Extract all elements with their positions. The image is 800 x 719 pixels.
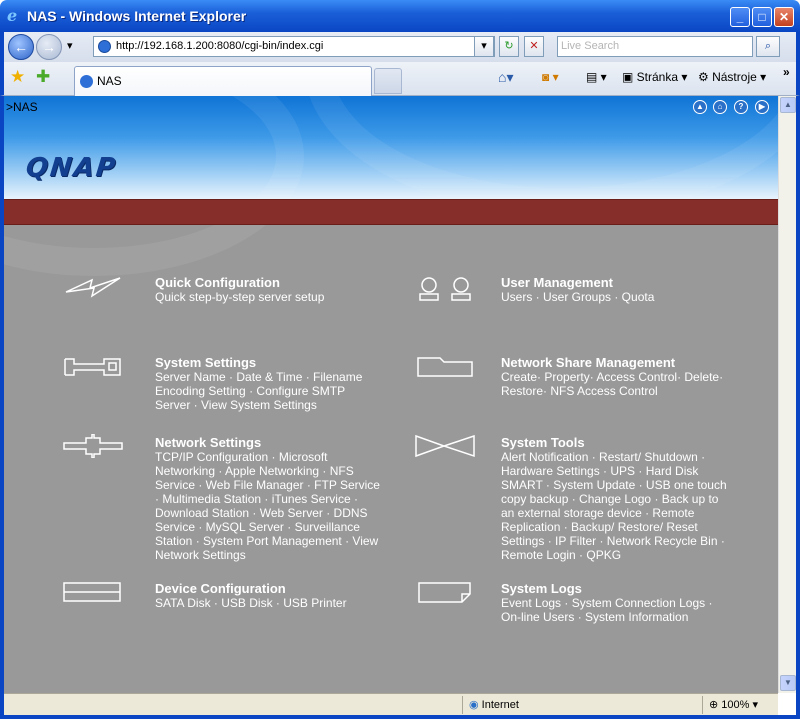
menu-system-settings[interactable]: System Settings Server Name · Date & Tim… [155,356,381,413]
log-icon[interactable] [416,580,474,604]
item-links[interactable]: TCP/IP Configuration · Microsoft Network… [155,450,385,562]
menu-user-management[interactable]: User Management Users · User Groups · Qu… [501,276,741,305]
drive-icon[interactable] [62,580,124,604]
tab-label: NAS [97,74,122,88]
item-title[interactable]: Quick Configuration [155,276,395,290]
menu-device-configuration[interactable]: Device Configuration SATA Disk · USB Dis… [155,582,395,611]
search-input[interactable]: Live Search [557,36,753,57]
red-band [4,199,778,225]
item-links[interactable]: Quick step-by-step server setup [155,290,395,304]
item-links[interactable]: Event Logs · System Connection Logs · On… [501,596,729,624]
banner-swirl [4,96,304,276]
tab-bar: ★ ✚ NAS ⌂▾ ◙ ▾ ▤ ▾ ▣ Stránka ▾ ⚙ Nástroj… [0,62,800,96]
item-title[interactable]: System Logs [501,582,729,596]
lightning-icon[interactable] [64,274,122,298]
menu-system-logs[interactable]: System Logs Event Logs · System Connecti… [501,582,729,625]
wrench-icon[interactable] [62,356,124,378]
zone-label: Internet [481,699,519,711]
zoom-control[interactable]: ⊕ 100% ▾ [702,696,778,714]
close-button[interactable]: ✕ [774,7,794,27]
item-title[interactable]: Network Share Management [501,356,735,370]
address-bar[interactable]: http://192.168.1.200:8080/cgi-bin/index.… [93,36,495,57]
item-links[interactable]: SATA Disk · USB Disk · USB Printer [155,596,395,610]
add-favorites-icon[interactable]: ✚ [36,68,50,85]
window-frame [796,96,800,719]
forward-button[interactable]: → [36,34,62,60]
banner: >NAS ▲ ⌂ ? ▶ QNAP [4,96,778,276]
item-title[interactable]: Device Configuration [155,582,395,596]
page-menu[interactable]: ▣ Stránka ▾ [622,69,687,85]
page-menu-label: Stránka [636,70,679,84]
more-tools-chevron-icon[interactable]: » [783,64,790,80]
window-frame [0,715,800,719]
home-icon[interactable]: ⌂ [713,100,727,114]
stop-button[interactable]: ✕ [524,36,544,57]
zoom-level: 100% [721,699,750,711]
window-title: NAS - Windows Internet Explorer [27,8,247,24]
network-icon[interactable] [62,434,124,458]
banner-swirl [304,96,778,216]
print-icon[interactable]: ▤ ▾ [586,69,607,85]
status-bar: ◉ Internet ⊕ 100% ▾ [4,693,778,715]
tab-nas[interactable]: NAS [74,66,372,96]
scroll-up-button[interactable]: ▲ [780,97,796,113]
item-links[interactable]: Alert Notification · Restart/ Shutdown ·… [501,450,735,562]
page-icon [98,40,111,53]
breadcrumb: >NAS [6,100,38,114]
users-icon[interactable] [416,276,476,302]
favorites-star-icon[interactable]: ★ [10,68,25,85]
ie-logo-icon: e [7,6,18,25]
menu-system-tools[interactable]: System Tools Alert Notification · Restar… [501,436,735,563]
zone-indicator[interactable]: ◉ Internet [462,696,702,714]
logout-icon[interactable]: ▶ [755,100,769,114]
menu-network-settings[interactable]: Network Settings TCP/IP Configuration · … [155,436,385,563]
qnap-logo: QNAP [24,153,119,183]
home-icon[interactable]: ⌂▾ [498,69,513,85]
menu-network-share-management[interactable]: Network Share Management Create· Propert… [501,356,735,399]
scroll-down-button[interactable]: ▼ [780,675,796,691]
item-title[interactable]: Network Settings [155,436,385,450]
item-links[interactable]: Users · User Groups · Quota [501,290,741,304]
bowtie-icon[interactable] [414,434,476,458]
search-button[interactable]: ⌕ [756,36,780,57]
item-title[interactable]: System Tools [501,436,735,450]
maximize-button[interactable]: □ [752,7,772,27]
back-button[interactable]: ← [8,34,34,60]
address-url: http://192.168.1.200:8080/cgi-bin/index.… [116,40,324,52]
new-tab-button[interactable] [374,68,402,94]
help-icon[interactable]: ? [734,100,748,114]
menu-quick-configuration[interactable]: Quick Configuration Quick step-by-step s… [155,276,395,305]
navigation-bar: ← → ▾ http://192.168.1.200:8080/cgi-bin/… [0,32,800,62]
address-dropdown-button[interactable]: ▾ [474,36,494,57]
item-links[interactable]: Create· Property· Access Control· Delete… [501,370,735,398]
page-icon [80,75,93,88]
window-frame [0,96,4,719]
tools-menu-label: Nástroje [712,70,757,84]
up-icon[interactable]: ▲ [693,100,707,114]
title-bar: e NAS - Windows Internet Explorer _ □ ✕ [0,0,800,32]
item-title[interactable]: System Settings [155,356,381,370]
item-links[interactable]: Server Name · Date & Time · Filename Enc… [155,370,381,412]
vertical-scrollbar[interactable]: ▲ ▼ [778,96,796,693]
page-content: >NAS ▲ ⌂ ? ▶ QNAP Quick Configuration Qu… [4,96,778,693]
globe-icon: ◉ [469,699,479,711]
feeds-icon[interactable]: ◙ ▾ [542,69,559,85]
minimize-button[interactable]: _ [730,7,750,27]
tools-menu[interactable]: ⚙ Nástroje ▾ [698,69,766,85]
refresh-button[interactable]: ↻ [499,36,519,57]
zoom-icon: ⊕ [709,699,719,711]
folder-icon[interactable] [416,354,474,380]
item-title[interactable]: User Management [501,276,741,290]
recent-pages-dropdown-icon[interactable]: ▾ [67,39,73,52]
